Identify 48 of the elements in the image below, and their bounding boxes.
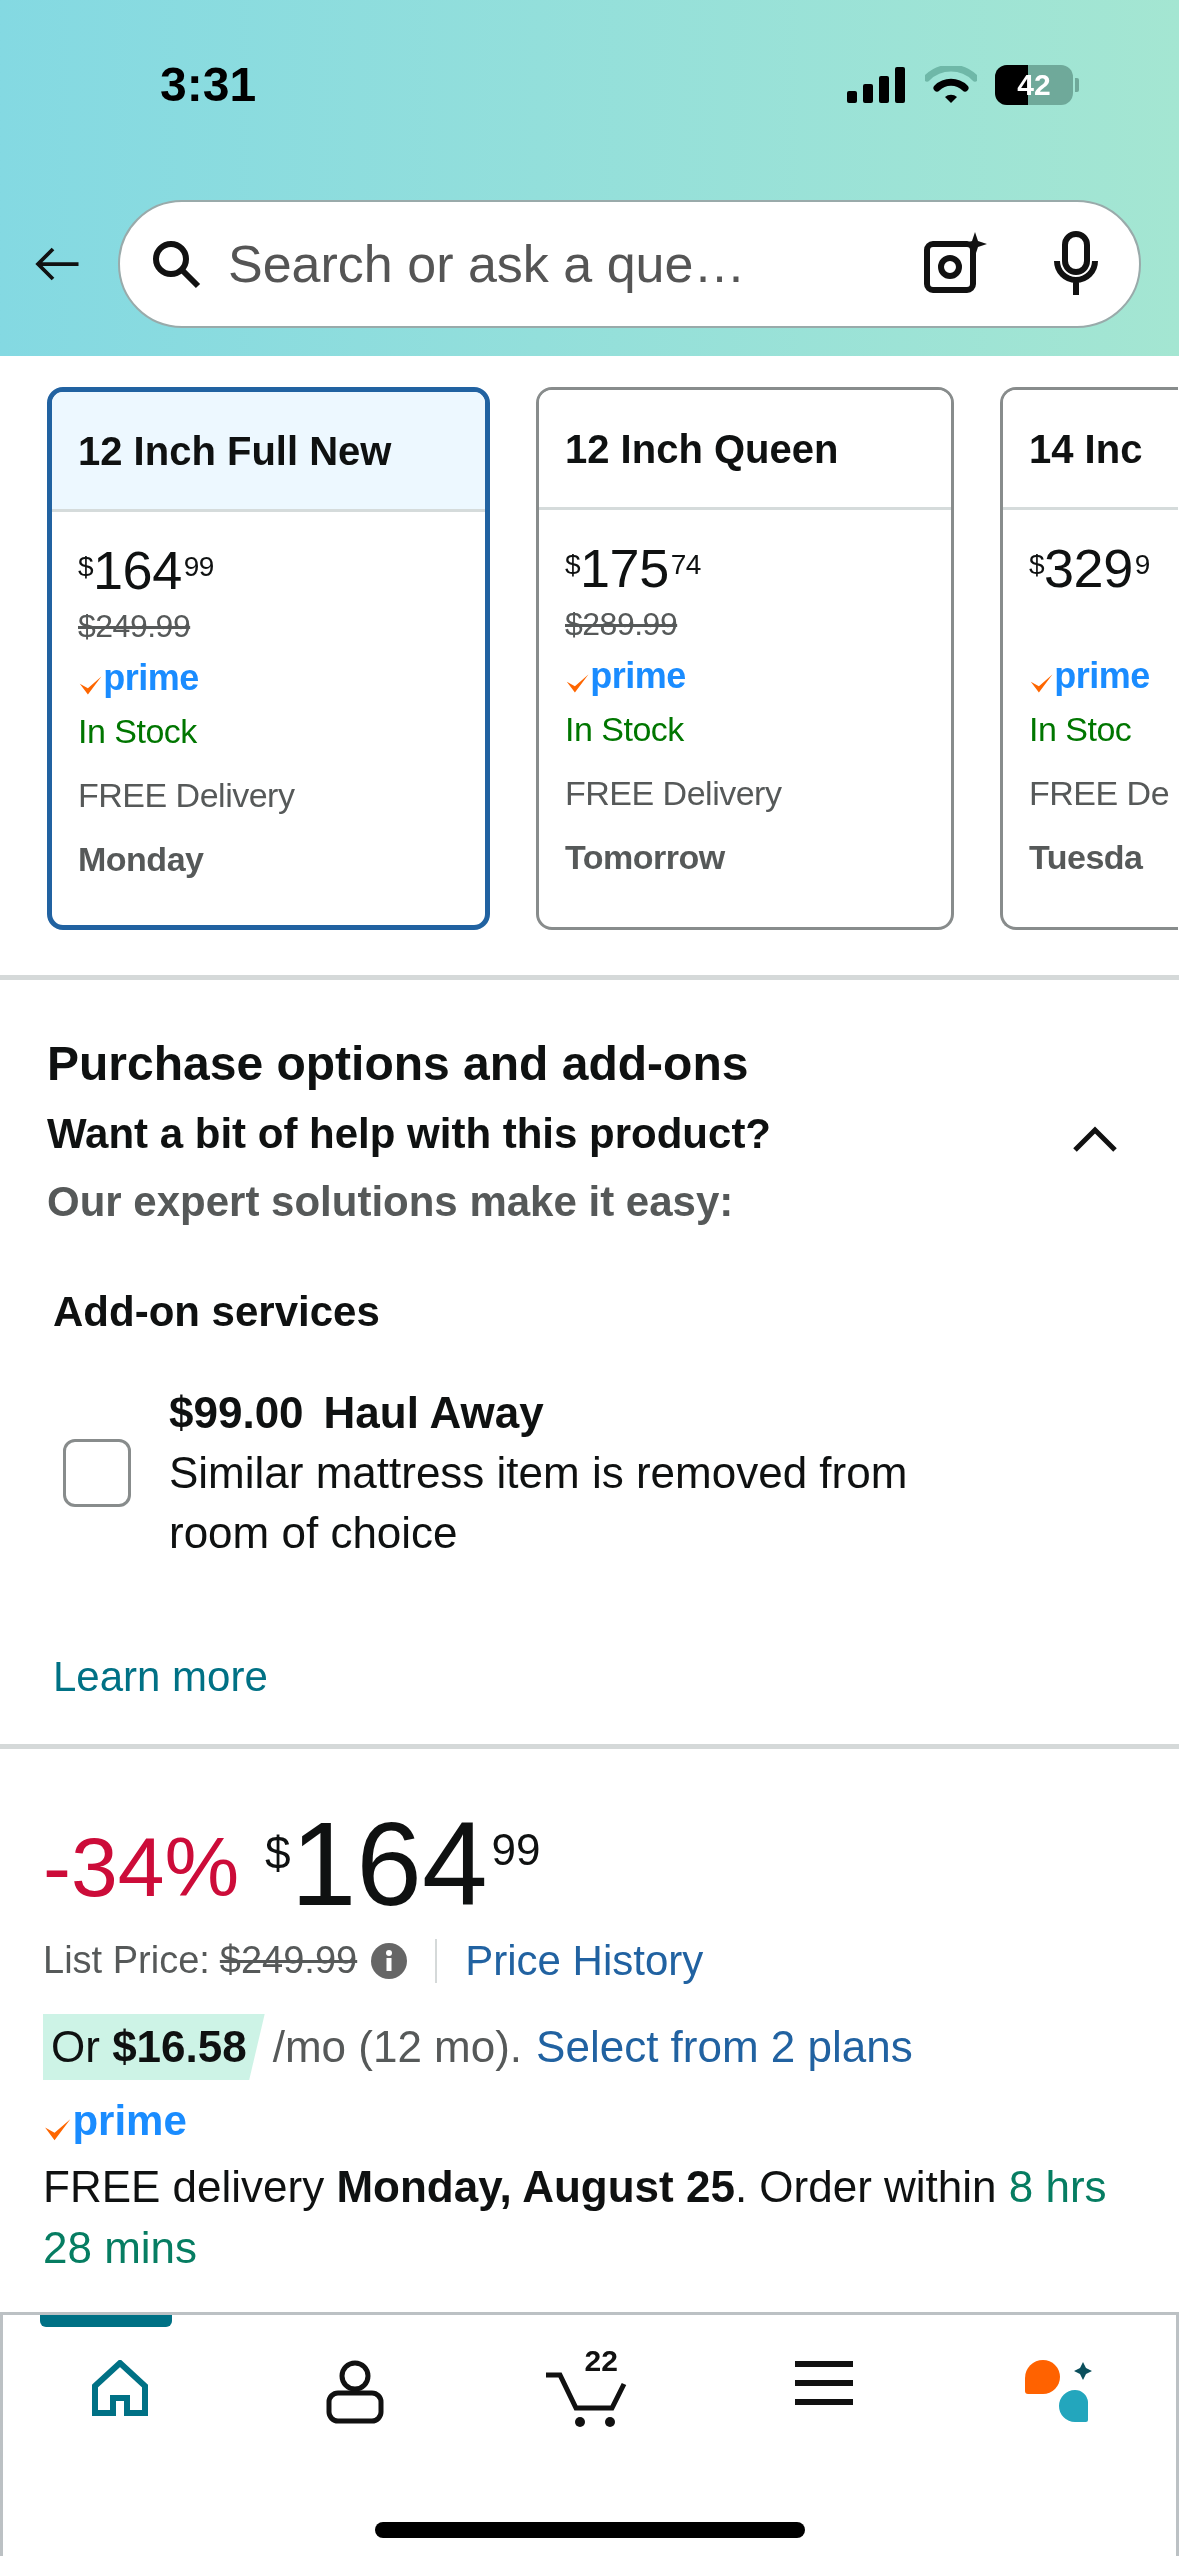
prime-logo: prime: [43, 2100, 1136, 2142]
delivery-label: FREE De: [1029, 773, 1171, 814]
delivery-label: FREE Delivery: [565, 773, 783, 814]
installment-offer: Or $16.58: [43, 2014, 265, 2080]
prime-logo: prime: [565, 658, 951, 694]
select-plans-link[interactable]: Select from 2 plans: [536, 2014, 913, 2080]
account-icon[interactable]: [325, 2360, 384, 2424]
learn-more-link[interactable]: Learn more: [53, 1645, 268, 1708]
option-list-price: $249.99: [78, 607, 192, 646]
option-title: 12 Inch Queen: [565, 425, 839, 473]
delivery-message: FREE delivery Monday, August 25. Order within 8 hrs 28 mins: [43, 2161, 1108, 2274]
help-subtitle: Our expert solutions make it easy:: [47, 1177, 735, 1227]
option-list-price: $289.99: [565, 605, 679, 644]
stock-status: In Stoc: [1029, 709, 1133, 750]
list-price-label: List Price:: [43, 1938, 210, 1983]
option-title: 14 Inc: [1029, 425, 1143, 473]
status-time: 3:31: [160, 57, 257, 113]
search-bar[interactable]: Search or ask a que…: [118, 200, 1141, 328]
microphone-icon[interactable]: [1053, 231, 1099, 297]
delivery-day: Monday: [78, 830, 485, 888]
collapse-chevron-icon[interactable]: [1073, 1126, 1117, 1152]
delivery-day: Tomorrow: [565, 828, 951, 886]
menu-icon[interactable]: [795, 2360, 854, 2406]
home-icon[interactable]: [91, 2360, 150, 2416]
discount-percent: -34%: [43, 1819, 240, 1916]
stock-status: In Stock: [78, 711, 198, 752]
wifi-icon: [925, 66, 977, 104]
addon-section-label: Add-on services: [53, 1287, 381, 1337]
installment-terms: /mo (12 mo).: [272, 2021, 523, 2073]
delivery-label: FREE Delivery: [78, 775, 296, 816]
signal-icon: [847, 67, 907, 103]
addon-price: $99.00: [169, 1387, 304, 1439]
option-title: 12 Inch Full New: [78, 427, 392, 475]
section-title: Purchase options and add-ons: [47, 1036, 750, 1092]
addon-name: Haul Away: [323, 1387, 544, 1439]
list-price: $249.99: [219, 1938, 358, 1983]
info-icon[interactable]: [371, 1942, 408, 1979]
price-history-link[interactable]: Price History: [465, 1929, 704, 1992]
addon-description: Similar mattress item is removed from room of choice: [169, 1447, 909, 1559]
camera-icon[interactable]: [923, 232, 987, 296]
prime-logo: prime: [78, 660, 485, 696]
search-icon: [150, 238, 202, 290]
checkbox[interactable]: [63, 1439, 131, 1507]
help-question: Want a bit of help with this product?: [47, 1109, 772, 1159]
prime-logo: prime: [1029, 658, 1178, 694]
delivery-day: Tuesda: [1029, 828, 1178, 886]
search-input[interactable]: Search or ask a que…: [228, 225, 897, 303]
stock-status: In Stock: [565, 709, 685, 750]
